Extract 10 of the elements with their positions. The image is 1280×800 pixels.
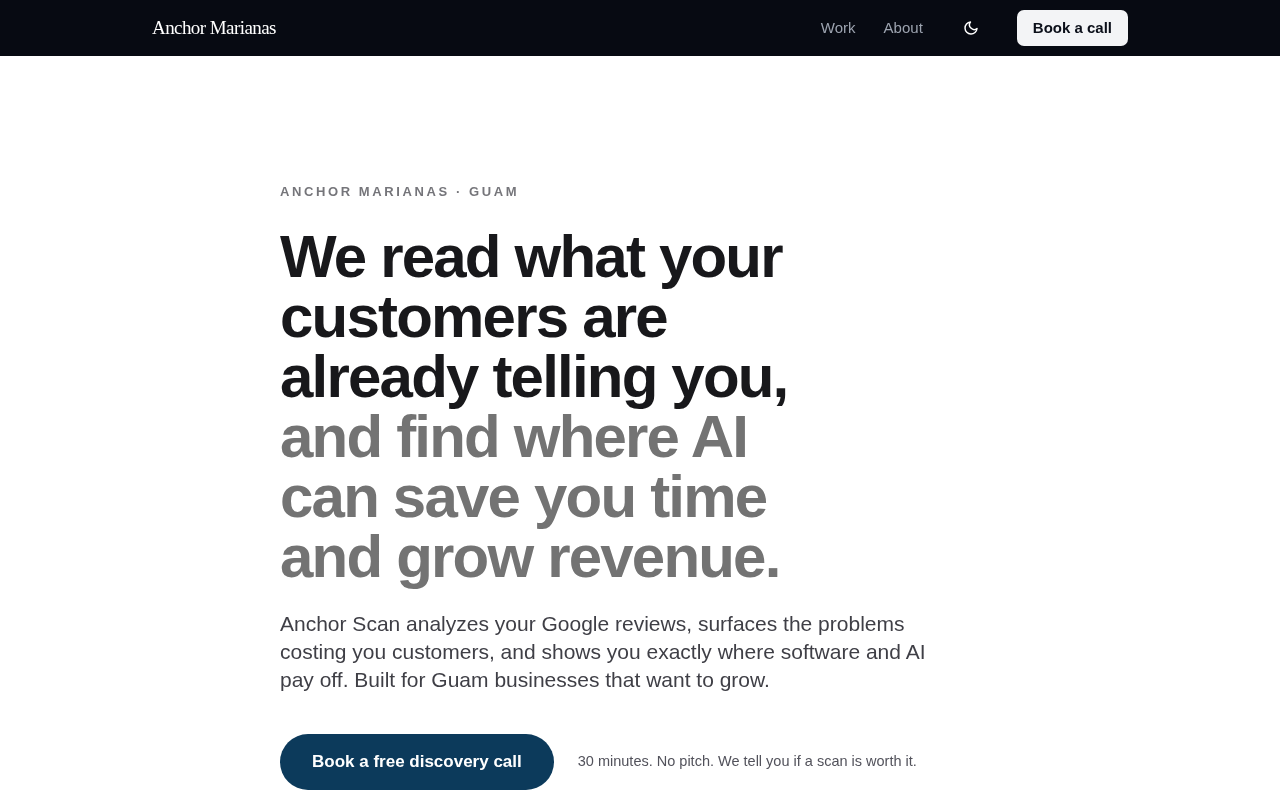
eyebrow-text: ANCHOR MARIANAS · GUAM: [280, 185, 521, 199]
hero-heading: We read what your customers are already telling you, and find where AI can save you time and grow revenue.: [280, 227, 789, 587]
book-a-call-button[interactable]: Book a call: [1016, 10, 1128, 46]
cta-note: 30 minutes. No pitch. We tell you if a scan is worth it.: [577, 752, 917, 772]
hero-description: Anchor Scan analyzes your Google reviews, surfaces the problems costing you customers, and shows you exactly where software and AI pay off. Built for Guam businesses that want to grow.: [280, 611, 927, 693]
logo[interactable]: Anchor Marianas: [152, 13, 276, 43]
book-discovery-call-button[interactable]: Book a free discovery call: [280, 734, 554, 790]
nav-link[interactable]: Work: [820, 16, 856, 40]
moon-icon: [962, 20, 979, 36]
nav-link[interactable]: About: [883, 16, 923, 40]
